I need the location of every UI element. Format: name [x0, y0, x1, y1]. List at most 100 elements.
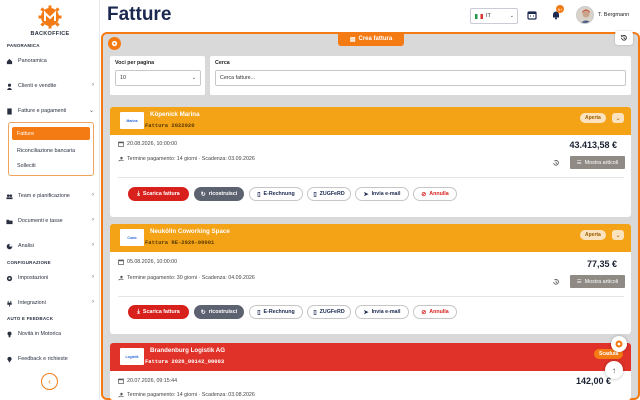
sidebar-item-analysis[interactable]: Analisi ›	[6, 240, 96, 252]
download-icon: ⤓	[137, 308, 140, 315]
download-invoice-button[interactable]: ⤓ Scarica fattura	[128, 187, 189, 201]
pie-chart-icon	[6, 243, 13, 249]
payment-terms-row: Termine pagamento: 30 giorni · Scadenza:…	[118, 275, 255, 281]
rebuild-button[interactable]: ↻ ricostruisci	[194, 305, 244, 319]
section-label-config: CONFIGURAZIONE	[7, 260, 51, 265]
send-icon: ➤	[363, 191, 369, 198]
sidebar-item-news[interactable]: Novità in Motorica	[6, 328, 96, 340]
arrow-up-icon: ↑	[612, 365, 616, 375]
client-logo: Cowo	[120, 229, 144, 246]
client-name: Köpenick Marina	[150, 111, 200, 118]
invoice-date-row: 20.08.2026, 10:00:00	[118, 141, 177, 147]
chevron-down-icon: ⌄	[88, 108, 94, 114]
file-icon: ▯	[313, 191, 317, 198]
sidebar-item-settings[interactable]: Impostazioni ›	[6, 272, 96, 284]
payment-terms-row: Termine pagamento: 14 giorni · Scadenza:…	[118, 392, 255, 398]
language-select[interactable]: IT ⌄	[470, 8, 518, 24]
send-email-button[interactable]: ➤ Invia e-mail	[355, 305, 409, 319]
sidebar-item-integrations[interactable]: Integrazioni ›	[6, 297, 96, 309]
chevron-right-icon: ›	[92, 242, 94, 248]
logo-text: BACKOFFICE	[30, 31, 70, 37]
send-email-button[interactable]: ➤ Invia e-mail	[355, 187, 409, 201]
invoice-card-header[interactable]: Logistik Brandenburg Logistik AG Fattura…	[110, 343, 631, 371]
gear-icon	[111, 40, 118, 47]
button-label: Invia e-mail	[371, 309, 401, 315]
sidebar-item-feedback[interactable]: Feedback e richieste	[6, 353, 96, 365]
chevron-right-icon: ›	[92, 274, 94, 280]
show-items-label: Mostra articoli	[584, 278, 619, 285]
invoice-card-header[interactable]: Cowo Neukölln Coworking Space Fattura RE…	[110, 224, 631, 252]
button-label: Annulla	[429, 191, 449, 197]
invoice-number: Fattura 2026_00142_00003	[145, 358, 225, 365]
avatar[interactable]	[576, 6, 594, 24]
sidebar-item-label: Documenti e tasse	[18, 218, 63, 224]
invoice-amount: 77,35 €	[586, 259, 617, 269]
calendar-icon	[118, 378, 124, 384]
user-avatar-icon	[580, 9, 592, 23]
home-icon	[6, 58, 13, 64]
submenu-item-invoices[interactable]: Fatture	[12, 127, 90, 140]
chevron-right-icon: ›	[92, 217, 94, 223]
invoice-card-header[interactable]: Marina Köpenick Marina Fattura 2022020 A…	[110, 107, 631, 135]
sidebar-item-label: Impostazioni	[18, 275, 49, 281]
invoice-amount: 43.413,58 €	[569, 140, 617, 150]
file-icon: ▯	[257, 191, 261, 198]
submenu-item-reminders[interactable]: Solleciti	[12, 159, 90, 172]
cancel-invoice-button[interactable]: ⊘ Annulla	[413, 305, 457, 319]
settings-button[interactable]	[108, 37, 121, 50]
invoice-card: Marina Köpenick Marina Fattura 2022020 A…	[110, 107, 631, 217]
button-label: ZUGFeRD	[319, 309, 345, 315]
download-invoice-button[interactable]: ⤓ Scarica fattura	[128, 305, 189, 319]
page-title: Fatture	[107, 4, 172, 25]
document-icon: ▤	[349, 36, 356, 43]
floating-settings-button[interactable]	[611, 336, 627, 352]
chevron-down-icon: ⌄	[615, 115, 621, 122]
show-items-button[interactable]: ☰ Mostra articoli	[570, 275, 625, 288]
submenu-item-bank-reconciliation[interactable]: Riconciliazione bancaria	[12, 144, 90, 157]
list-icon: ☰	[576, 159, 582, 166]
rebuild-button[interactable]: ↻ ricostruisci	[194, 187, 244, 201]
client-logo: Logistik	[120, 348, 144, 365]
file-icon: ▯	[257, 309, 261, 316]
send-icon: ➤	[363, 309, 369, 316]
e-invoice-button[interactable]: ▯ E-Rechnung	[249, 187, 303, 201]
sidebar-item-invoices[interactable]: Fatture e pagamenti ⌄	[6, 105, 96, 117]
status-badge: Aperta	[580, 113, 606, 123]
button-label: Annulla	[429, 309, 449, 315]
zugferd-button[interactable]: ▯ ZUGFeRD	[307, 305, 351, 319]
history-button[interactable]	[615, 31, 633, 45]
sidebar-item-label: Clienti e vendite	[18, 83, 57, 89]
section-label-feedback: AUTO E FEEDBACK	[7, 316, 54, 321]
e-invoice-button[interactable]: ▯ E-Rechnung	[249, 305, 303, 319]
history-icon[interactable]	[552, 278, 560, 286]
payment-terms: Termine pagamento: 30 giorni · Scadenza:…	[127, 275, 255, 281]
sidebar-item-clients[interactable]: Clienti e vendite ›	[6, 80, 96, 92]
zugferd-button[interactable]: ▯ ZUGFeRD	[307, 187, 351, 201]
list-icon: ☰	[576, 278, 582, 285]
sidebar-item-overview[interactable]: Panoramica	[6, 55, 96, 67]
expand-button[interactable]: ⌄	[612, 113, 624, 123]
search-input[interactable]: Cerca fatture...	[215, 70, 626, 86]
history-icon[interactable]	[552, 159, 560, 167]
refresh-icon: ↻	[200, 191, 206, 198]
gear-logo-icon	[38, 5, 62, 29]
create-invoice-label: Crea fattura	[358, 36, 393, 42]
sidebar-item-documents[interactable]: Documenti e tasse ›	[6, 215, 96, 227]
notification-badge: 9+	[556, 5, 564, 13]
collapse-sidebar-button[interactable]: ‹	[41, 373, 58, 390]
scroll-to-top-button[interactable]: ↑	[605, 361, 623, 379]
gear-icon	[615, 340, 623, 348]
payment-terms: Termine pagamento: 14 giorni · Scadenza:…	[127, 156, 255, 162]
sidebar-item-team[interactable]: Team e pianificazione ›	[6, 190, 96, 202]
italy-flag-icon	[475, 13, 483, 19]
button-label: E-Rechnung	[263, 191, 295, 197]
expand-button[interactable]: ⌄	[612, 230, 624, 240]
per-page-select[interactable]: 10 ⌄	[115, 70, 201, 86]
lightbulb-icon	[7, 331, 12, 337]
sidebar-item-label: Analisi	[18, 243, 34, 249]
calendar-icon[interactable]	[527, 10, 537, 20]
show-items-button[interactable]: ☰ Mostra articoli	[570, 156, 625, 169]
create-invoice-button[interactable]: ▤ Crea fattura	[338, 32, 404, 46]
cancel-invoice-button[interactable]: ⊘ Annulla	[413, 187, 457, 201]
search-label: Cerca	[215, 60, 230, 66]
